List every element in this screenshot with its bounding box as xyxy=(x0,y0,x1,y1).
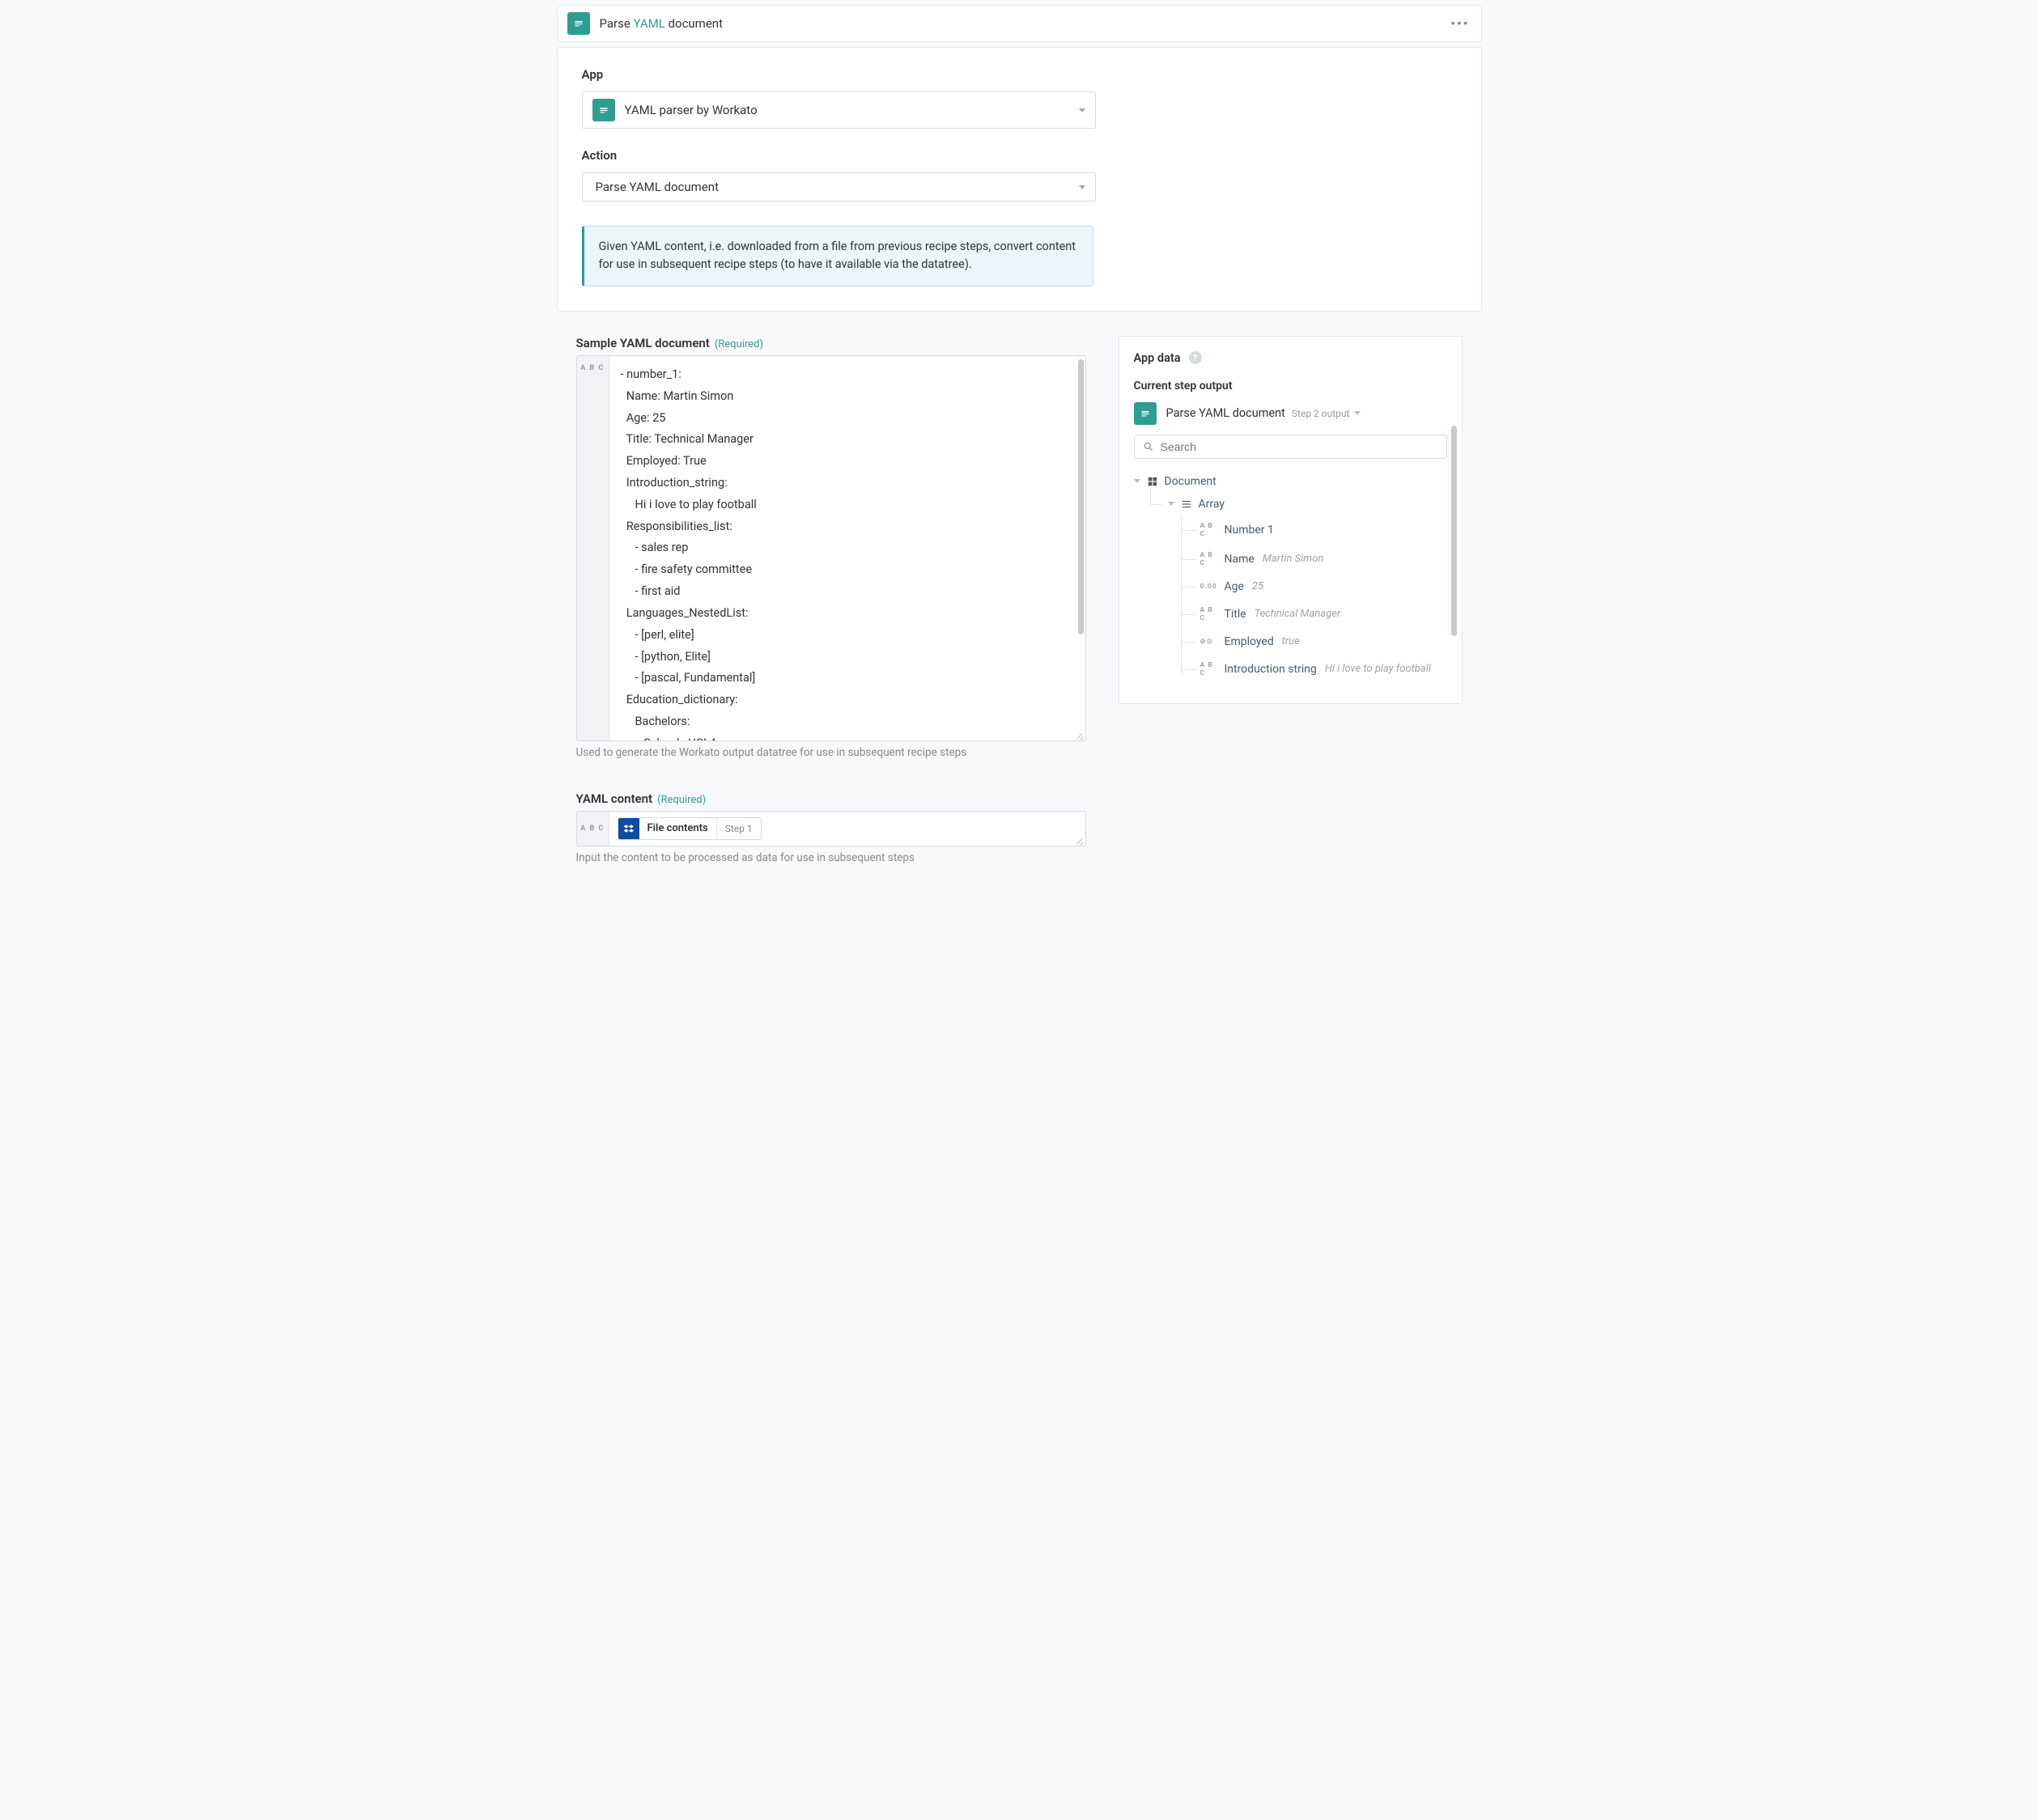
leaf-type-badge: A B C xyxy=(1200,606,1218,622)
yaml-parser-icon xyxy=(592,99,615,121)
tree-leaf[interactable]: A B C Introduction string Hi i love to pla… xyxy=(1181,655,1447,684)
leaf-type-badge: A B C xyxy=(1200,551,1218,567)
step-output-meta: Step 2 output xyxy=(1292,408,1350,419)
datapill-file-contents[interactable]: File contents Step 1 xyxy=(618,817,762,840)
tree-node-document[interactable]: Document xyxy=(1134,470,1447,493)
dropbox-icon xyxy=(618,818,639,839)
app-field-label: App xyxy=(582,67,1457,82)
code-gutter: A B C xyxy=(577,812,609,846)
grid-icon xyxy=(1147,476,1158,487)
step-title-suffix: document xyxy=(665,16,723,31)
leaf-value: true xyxy=(1282,635,1300,647)
leaf-value: Technical Manager xyxy=(1255,608,1341,620)
step-output-selector[interactable]: Parse YAML document Step 2 output xyxy=(1134,402,1447,425)
tree-leaf[interactable]: ⊘⊙ Employed true xyxy=(1181,629,1447,655)
step-title-link[interactable]: YAML xyxy=(634,16,665,31)
help-icon[interactable]: ? xyxy=(1189,351,1202,364)
app-dropdown[interactable]: YAML parser by Workato xyxy=(582,91,1096,129)
sample-yaml-content[interactable]: - number_1: Name: Martin Simon Age: 25 T… xyxy=(609,356,1085,740)
tree-label: Array xyxy=(1199,498,1225,511)
chevron-down-icon xyxy=(1079,108,1085,112)
tree-node-array[interactable]: Array xyxy=(1134,493,1447,515)
yaml-parser-icon xyxy=(1134,402,1157,425)
chevron-down-icon xyxy=(1079,185,1085,189)
list-icon xyxy=(1181,498,1192,510)
app-dropdown-value: YAML parser by Workato xyxy=(625,103,1079,117)
yaml-parser-icon xyxy=(567,12,590,35)
app-data-title: App data xyxy=(1134,351,1181,365)
step-header: Parse YAML document ••• xyxy=(557,5,1482,42)
resize-handle-icon[interactable] xyxy=(1075,835,1085,845)
resize-handle-icon[interactable] xyxy=(1075,730,1085,740)
search-input[interactable] xyxy=(1134,435,1447,459)
leaf-name: Number 1 xyxy=(1225,524,1274,537)
search-icon xyxy=(1143,441,1154,452)
search-field[interactable] xyxy=(1161,440,1438,453)
datapill-step: Step 1 xyxy=(717,823,761,834)
current-step-output-label: Current step output xyxy=(1134,380,1447,392)
action-dropdown[interactable]: Parse YAML document xyxy=(582,172,1096,202)
leaf-value: 25 xyxy=(1252,580,1263,592)
config-card: App YAML parser by Workato Action Parse … xyxy=(557,47,1482,312)
leaf-name: Title xyxy=(1225,608,1246,621)
yaml-content-label: YAML content xyxy=(576,791,653,806)
yaml-content-input[interactable]: A B C File contents Step 1 xyxy=(576,811,1086,846)
datapill-label: File contents xyxy=(639,818,717,839)
leaf-name: Employed xyxy=(1225,635,1274,648)
yaml-content-helper: Input the content to be processed as dat… xyxy=(576,851,1086,864)
app-data-panel: App data ? Current step output Parse YAM… xyxy=(1119,336,1463,704)
chevron-down-icon xyxy=(1354,411,1361,415)
leaf-name: Age xyxy=(1225,580,1244,593)
leaf-type-badge: A B C xyxy=(1200,661,1218,677)
step-title: Parse YAML document xyxy=(600,16,723,31)
sample-yaml-label: Sample YAML document xyxy=(576,336,710,350)
chevron-down-icon xyxy=(1134,479,1140,483)
code-gutter: A B C xyxy=(577,356,609,740)
chevron-down-icon xyxy=(1168,502,1174,506)
leaf-type-badge: A B C xyxy=(1200,522,1218,538)
required-tag: (Required) xyxy=(657,794,706,806)
leaf-name: Introduction string xyxy=(1225,663,1317,676)
sample-yaml-helper: Used to generate the Workato output data… xyxy=(576,746,1086,759)
required-tag: (Required) xyxy=(715,338,763,350)
tree-label: Document xyxy=(1165,475,1216,488)
leaf-name: Name xyxy=(1225,553,1255,566)
tree-leaf[interactable]: A B C Number 1 xyxy=(1181,515,1447,545)
tree-leaf[interactable]: A B C Name Martin Simon xyxy=(1181,545,1447,574)
scrollbar[interactable] xyxy=(1078,359,1084,634)
sample-yaml-input[interactable]: A B C - number_1: Name: Martin Simon Age… xyxy=(576,355,1086,741)
action-dropdown-value: Parse YAML document xyxy=(596,180,1079,194)
action-field-label: Action xyxy=(582,148,1457,163)
leaf-value: Hi i love to play football xyxy=(1325,663,1431,675)
step-title-prefix: Parse xyxy=(600,16,634,31)
leaf-type-badge: ⊘⊙ xyxy=(1200,638,1218,646)
tree-leaf[interactable]: 0.00 Age 25 xyxy=(1181,574,1447,600)
scrollbar[interactable] xyxy=(1451,426,1457,636)
datatree: Document Array A B C Number 1 A B C Name Mar… xyxy=(1134,470,1447,684)
leaf-value: Martin Simon xyxy=(1263,553,1324,565)
info-banner: Given YAML content, i.e. downloaded from… xyxy=(582,226,1093,286)
tree-leaf[interactable]: A B C Title Technical Manager xyxy=(1181,600,1447,629)
leaf-type-badge: 0.00 xyxy=(1200,583,1218,591)
step-output-name: Parse YAML document xyxy=(1166,406,1285,420)
more-menu-icon[interactable]: ••• xyxy=(1450,16,1469,32)
